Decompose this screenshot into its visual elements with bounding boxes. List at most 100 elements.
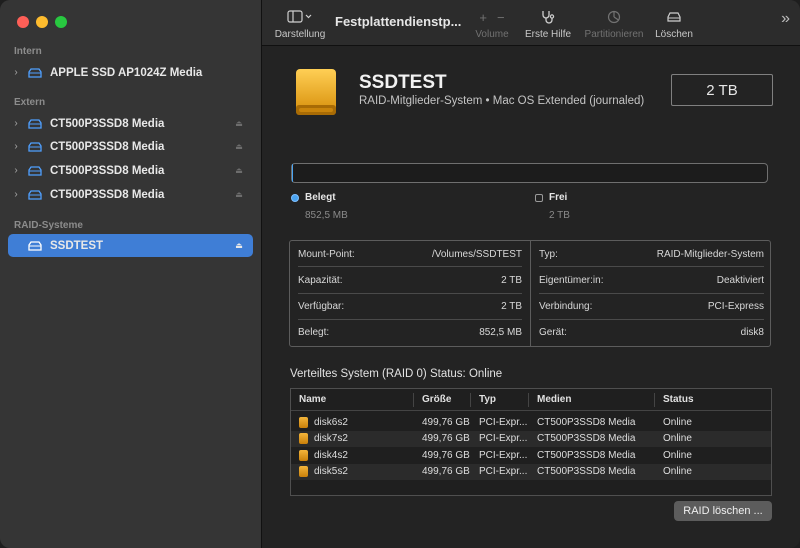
cell-size: 499,76 GB — [422, 466, 470, 478]
external-disk-icon — [28, 118, 42, 129]
sidebar-item-ct500-3[interactable]: › CT500P3SSD8 Media ⏏ — [8, 159, 253, 182]
legend-free: Frei 2 TB — [535, 192, 570, 221]
info-value: RAID-Mitglieder-System — [656, 248, 764, 260]
sidebar-item-label: CT500P3SSD8 Media — [50, 140, 165, 153]
table-row[interactable]: disk5s2 499,76 GB PCI-Expr... CT500P3SSD… — [291, 463, 771, 480]
partition-button[interactable]: Partitionieren — [581, 0, 647, 40]
toolbar: Darstellung Festplattendienstp... + − Vol… — [262, 0, 800, 46]
erase-button[interactable]: Löschen — [652, 0, 696, 40]
view-label: Darstellung — [274, 29, 326, 40]
erase-label: Löschen — [655, 29, 693, 40]
partition-label: Partitionieren — [584, 29, 644, 40]
minimize-button[interactable] — [36, 16, 48, 28]
eject-icon[interactable]: ⏏ — [231, 142, 247, 151]
cell-name: disk6s2 — [314, 416, 348, 428]
info-row-mount-point: Mount-Point: /Volumes/SSDTEST — [290, 241, 530, 268]
cell-type: PCI-Expr... — [479, 433, 528, 445]
disk-icon — [299, 433, 308, 445]
sidebar-item-label: SSDTEST — [50, 239, 104, 252]
eject-icon[interactable]: ⏏ — [231, 241, 247, 250]
table-row[interactable]: disk7s2 499,76 GB PCI-Expr... CT500P3SSD… — [291, 430, 771, 447]
first-aid-button[interactable]: Erste Hilfe — [522, 0, 574, 40]
eject-icon[interactable]: ⏏ — [231, 119, 247, 128]
plus-minus-icon: + − — [479, 9, 505, 25]
info-value: 852,5 MB — [479, 327, 522, 339]
cell-type: PCI-Expr... — [479, 466, 528, 478]
info-row-used: Belegt: 852,5 MB — [290, 320, 530, 346]
external-disk-icon — [28, 141, 42, 152]
info-value: 2 TB — [501, 301, 522, 313]
cell-name: disk5s2 — [314, 466, 348, 478]
chevron-right-icon[interactable]: › — [8, 118, 24, 129]
used-value: 852,5 MB — [305, 210, 348, 221]
internal-disk-icon — [28, 67, 42, 78]
delete-raid-button[interactable]: RAID löschen ... — [674, 501, 772, 521]
raid-status-title: Verteiltes System (RAID 0) Status: Onlin… — [290, 368, 503, 380]
info-row-type: Typ: RAID-Mitglieder-System — [531, 241, 772, 268]
info-row-connection: Verbindung: PCI-Express — [531, 294, 772, 321]
more-chevrons-icon[interactable]: » — [781, 10, 790, 28]
info-panel: Mount-Point: /Volumes/SSDTEST Kapazität: 2… — [289, 240, 771, 347]
info-value: Deaktiviert — [716, 274, 764, 286]
cell-name: disk4s2 — [314, 449, 348, 461]
sidebar-item-ct500-1[interactable]: › CT500P3SSD8 Media ⏏ — [8, 112, 253, 135]
usage-bar — [291, 163, 768, 183]
table-row[interactable]: disk6s2 499,76 GB PCI-Expr... CT500P3SSD… — [291, 414, 771, 431]
raid-disk-icon — [28, 240, 42, 251]
info-value: /Volumes/SSDTEST — [431, 248, 522, 260]
column-header-media[interactable]: Medien — [529, 392, 655, 407]
info-row-device: Gerät: disk8 — [531, 320, 772, 346]
close-button[interactable] — [17, 16, 29, 28]
chevron-right-icon[interactable]: › — [8, 165, 24, 176]
window-controls — [17, 16, 67, 28]
pie-partition-icon — [607, 10, 621, 24]
cell-status: Online — [663, 416, 692, 428]
sidebar-item-label: CT500P3SSD8 Media — [50, 117, 165, 130]
section-raid: RAID-Systeme — [14, 220, 83, 231]
info-key: Eigentümer:in: — [539, 274, 604, 286]
cell-type: PCI-Expr... — [479, 416, 528, 428]
sidebar-item-ct500-4[interactable]: › CT500P3SSD8 Media ⏏ — [8, 183, 253, 206]
info-value: disk8 — [740, 327, 764, 339]
used-label: Belegt — [305, 192, 336, 203]
cell-size: 499,76 GB — [422, 416, 470, 428]
column-header-type[interactable]: Typ — [471, 392, 529, 407]
eject-icon[interactable]: ⏏ — [231, 190, 247, 199]
chevron-right-icon[interactable]: › — [8, 189, 24, 200]
cell-status: Online — [663, 449, 692, 461]
column-header-status[interactable]: Status — [655, 393, 771, 407]
sidebar-toggle-icon — [287, 10, 312, 23]
raid-members-table[interactable]: Name Größe Typ Medien Status disk6s2 499… — [290, 388, 772, 496]
disk-icon — [299, 449, 308, 461]
stethoscope-icon — [542, 11, 555, 24]
external-disk-icon — [28, 189, 42, 200]
info-value: PCI-Express — [707, 301, 764, 313]
volume-subtitle: RAID-Mitglieder-System • Mac OS Extended… — [359, 95, 645, 107]
zoom-button[interactable] — [55, 16, 67, 28]
info-right-column: Typ: RAID-Mitglieder-System Eigentümer:in… — [531, 241, 772, 346]
volume-button[interactable]: + − Volume — [472, 0, 512, 41]
sidebar-item-label: CT500P3SSD8 Media — [50, 164, 165, 177]
cell-media: CT500P3SSD8 Media — [537, 466, 636, 478]
column-header-size[interactable]: Größe — [414, 392, 471, 407]
first-aid-label: Erste Hilfe — [524, 29, 572, 40]
view-button[interactable]: Darstellung — [274, 0, 326, 40]
erase-disk-icon — [667, 12, 681, 22]
cell-media: CT500P3SSD8 Media — [537, 449, 636, 461]
window-title: Festplattendienstp... — [335, 14, 462, 29]
sidebar-item-ct500-2[interactable]: › CT500P3SSD8 Media ⏏ — [8, 135, 253, 158]
table-row[interactable]: disk4s2 499,76 GB PCI-Expr... CT500P3SSD… — [291, 447, 771, 464]
chevron-right-icon[interactable]: › — [8, 67, 24, 78]
table-header: Name Größe Typ Medien Status — [291, 389, 771, 411]
chevron-right-icon[interactable]: › — [8, 141, 24, 152]
sidebar-item-ssdtest[interactable]: SSDTEST ⏏ — [8, 234, 253, 257]
info-key: Belegt: — [298, 327, 330, 339]
section-extern: Extern — [14, 97, 46, 108]
eject-icon[interactable]: ⏏ — [231, 166, 247, 175]
sidebar-item-label: CT500P3SSD8 Media — [50, 188, 165, 201]
info-key: Verbindung: — [539, 301, 593, 313]
column-header-name[interactable]: Name — [291, 392, 414, 407]
used-dot-icon — [291, 193, 299, 202]
info-key: Mount-Point: — [298, 248, 355, 260]
sidebar-item-apple-ssd[interactable]: › APPLE SSD AP1024Z Media — [8, 61, 253, 84]
